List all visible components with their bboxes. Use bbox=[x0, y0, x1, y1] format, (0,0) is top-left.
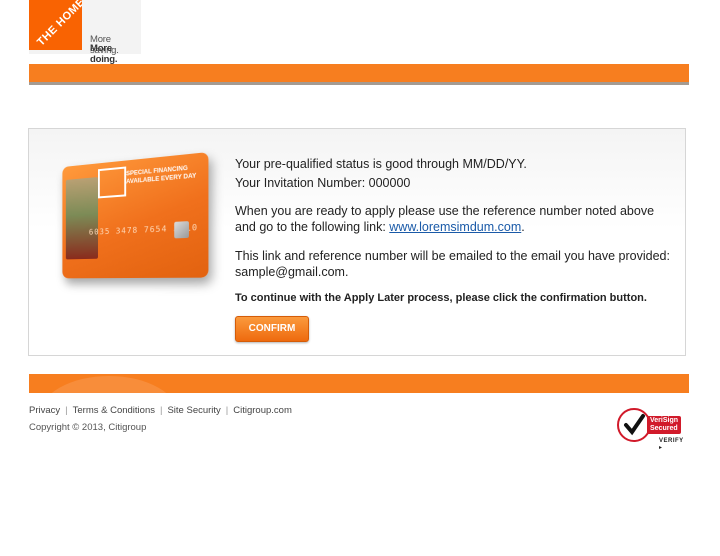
header-divider bbox=[29, 82, 689, 85]
footer-orange-band bbox=[29, 374, 689, 393]
confirmation-instruction: To continue with the Apply Later process… bbox=[235, 292, 647, 304]
apply-instructions: When you are ready to apply please use t… bbox=[235, 203, 675, 235]
copyright: Copyright © 2013, Citigroup bbox=[29, 422, 147, 433]
checkmark-icon bbox=[617, 408, 651, 442]
email-notice: This link and reference number will be e… bbox=[235, 249, 670, 279]
site-security-link[interactable]: Site Security bbox=[167, 405, 220, 416]
credit-card-image: SPECIAL FINANCING AVAILABLE EVERY DAY 60… bbox=[62, 152, 209, 279]
logo-text: THE HOME DEPOT bbox=[35, 0, 82, 49]
citigroup-link[interactable]: Citigroup.com bbox=[233, 405, 292, 416]
verisign-label: VeriSign Secured bbox=[647, 416, 682, 434]
status-text: Your pre-qualified status is good throug… bbox=[235, 157, 527, 171]
separator: | bbox=[225, 405, 229, 416]
logo-area: THE HOME DEPOT More saving. More doing. bbox=[29, 0, 141, 65]
card-text: SPECIAL FINANCING AVAILABLE EVERY DAY bbox=[126, 164, 196, 187]
tagline-line2: More doing. bbox=[90, 43, 118, 65]
card-photo bbox=[65, 177, 98, 260]
band-swirl bbox=[39, 376, 179, 393]
header-orange-band bbox=[29, 64, 689, 82]
invitation-number: Your Invitation Number: 000000 bbox=[235, 176, 411, 190]
footer-links: Privacy | Terms & Conditions | Site Security… bbox=[29, 405, 292, 416]
verify-text: VERIFY ▸ bbox=[659, 438, 684, 451]
apply-link[interactable]: www.loremsimdum.com bbox=[389, 220, 521, 234]
separator: | bbox=[65, 405, 68, 416]
privacy-link[interactable]: Privacy bbox=[29, 405, 60, 416]
apply-period: . bbox=[521, 220, 525, 234]
card-logo bbox=[97, 166, 127, 199]
separator: | bbox=[160, 405, 163, 416]
verisign-label-line1: VeriSign bbox=[650, 417, 679, 424]
terms-link[interactable]: Terms & Conditions bbox=[73, 405, 155, 416]
home-depot-logo[interactable]: THE HOME DEPOT bbox=[29, 0, 82, 50]
card-hologram bbox=[174, 221, 189, 239]
verisign-label-line2: Secured bbox=[650, 425, 678, 432]
verisign-badge[interactable]: VeriSign Secured VERIFY ▸ bbox=[617, 406, 689, 451]
confirm-button[interactable]: CONFIRM bbox=[235, 316, 309, 342]
